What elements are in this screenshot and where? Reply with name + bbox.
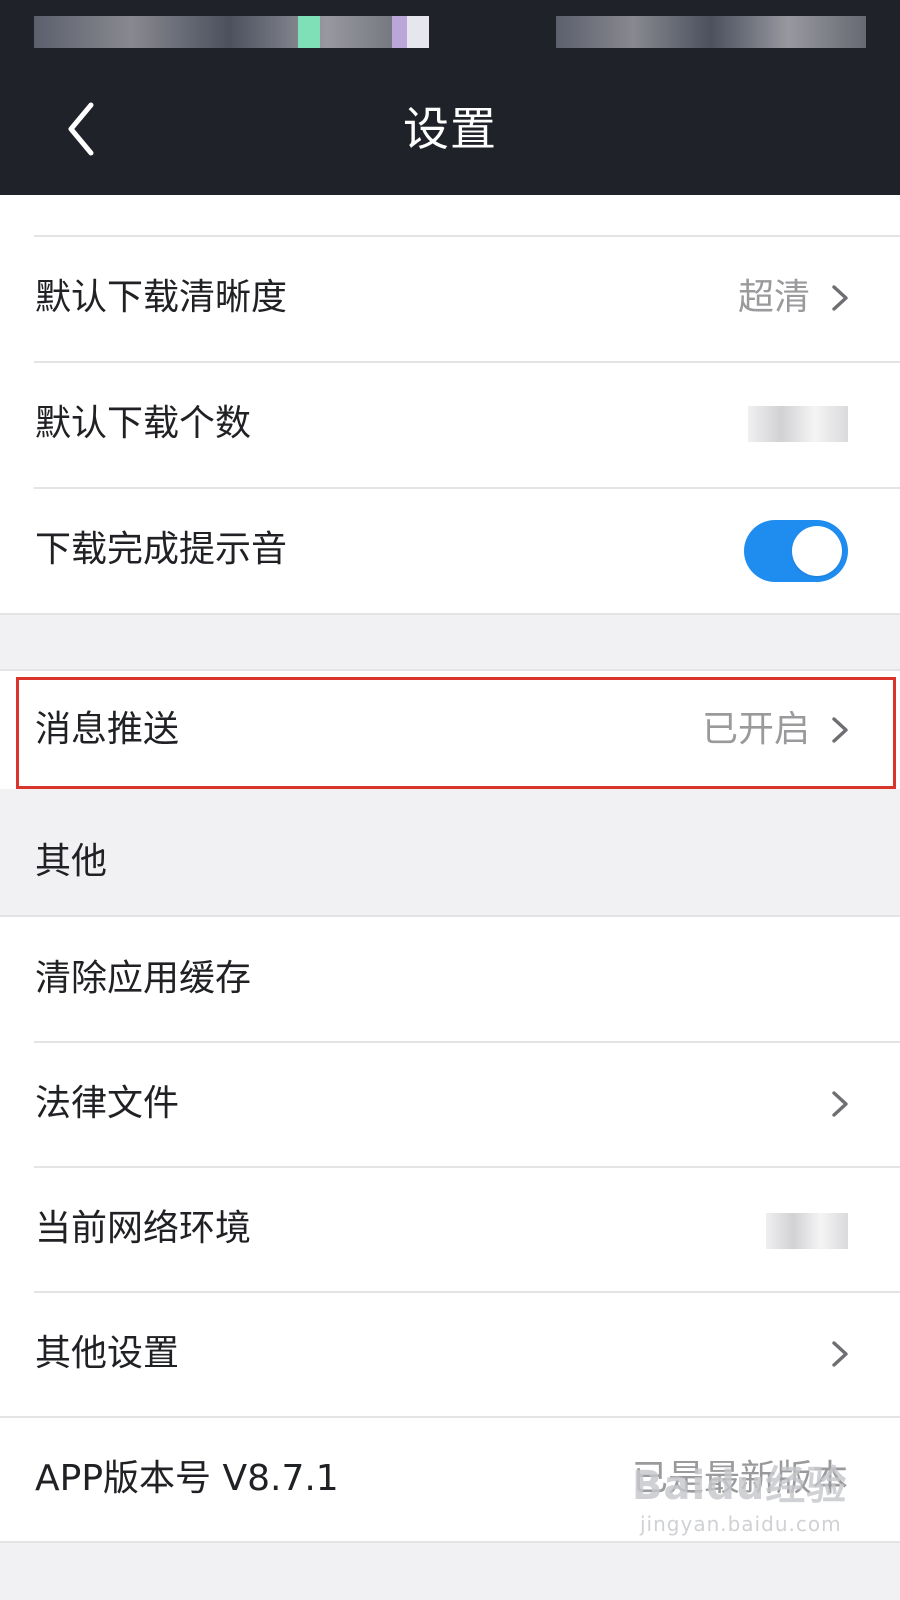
redacted-status-pixel bbox=[298, 16, 320, 48]
download-count-label: 默认下载个数 bbox=[35, 403, 252, 444]
section-divider bbox=[0, 613, 900, 615]
settings-content: 默认下载清晰度 超清 默认下载个数 下载完成提示音 消息推送 已开启 其他 清除… bbox=[0, 195, 900, 1600]
chevron-right-icon bbox=[832, 1091, 848, 1117]
network-environment-row[interactable]: 当前网络环境 bbox=[0, 1167, 900, 1291]
download-sound-row: 下载完成提示音 bbox=[0, 488, 900, 612]
chevron-right-icon bbox=[832, 717, 848, 743]
download-sound-label: 下载完成提示音 bbox=[35, 529, 288, 570]
redacted-network-value bbox=[766, 1213, 848, 1249]
page-title: 设置 bbox=[403, 102, 497, 156]
app-version-label: APP版本号 V8.7.1 bbox=[35, 1458, 339, 1499]
app-version-row[interactable]: APP版本号 V8.7.1 已是最新版本 bbox=[0, 1417, 900, 1541]
clear-cache-label: 清除应用缓存 bbox=[35, 958, 252, 999]
other-section-header: 其他 bbox=[35, 841, 108, 882]
download-sound-toggle[interactable] bbox=[744, 520, 848, 582]
download-quality-label: 默认下载清晰度 bbox=[35, 277, 288, 318]
push-settings-group: 消息推送 已开启 bbox=[0, 669, 900, 789]
redacted-status-pixel bbox=[407, 16, 429, 48]
other-settings-label: 其他设置 bbox=[35, 1333, 180, 1374]
app-version-value: 已是最新版本 bbox=[631, 1458, 848, 1499]
chevron-right-icon bbox=[832, 1341, 848, 1367]
download-settings-group: 默认下载清晰度 超清 默认下载个数 下载完成提示音 bbox=[0, 195, 900, 615]
top-navigation-bar: 设置 bbox=[0, 0, 900, 195]
redacted-status-right bbox=[556, 16, 866, 48]
clear-cache-row[interactable]: 清除应用缓存 bbox=[0, 917, 900, 1041]
network-environment-label: 当前网络环境 bbox=[35, 1208, 252, 1249]
chevron-right-icon bbox=[832, 285, 848, 311]
redacted-status-left bbox=[34, 16, 424, 48]
legal-documents-label: 法律文件 bbox=[35, 1083, 180, 1124]
other-settings-row[interactable]: 其他设置 bbox=[0, 1292, 900, 1416]
other-settings-group: 清除应用缓存 法律文件 当前网络环境 其他设置 APP版本号 V8.7.1 已是… bbox=[0, 915, 900, 1543]
redacted-download-count-value bbox=[748, 406, 848, 442]
push-value: 已开启 bbox=[701, 709, 810, 750]
download-quality-row[interactable]: 默认下载清晰度 超清 bbox=[0, 236, 900, 360]
download-quality-value: 超清 bbox=[737, 277, 810, 318]
push-row[interactable]: 消息推送 已开启 bbox=[0, 671, 900, 789]
push-label: 消息推送 bbox=[35, 709, 180, 750]
section-divider bbox=[0, 1541, 900, 1543]
settings-screen: 设置 默认下载清晰度 超清 默认下载个数 下载完成提示音 消息推送 已开启 其他… bbox=[0, 0, 900, 1600]
download-count-row[interactable]: 默认下载个数 bbox=[0, 362, 900, 486]
legal-documents-row[interactable]: 法律文件 bbox=[0, 1042, 900, 1166]
toggle-knob bbox=[792, 526, 842, 576]
